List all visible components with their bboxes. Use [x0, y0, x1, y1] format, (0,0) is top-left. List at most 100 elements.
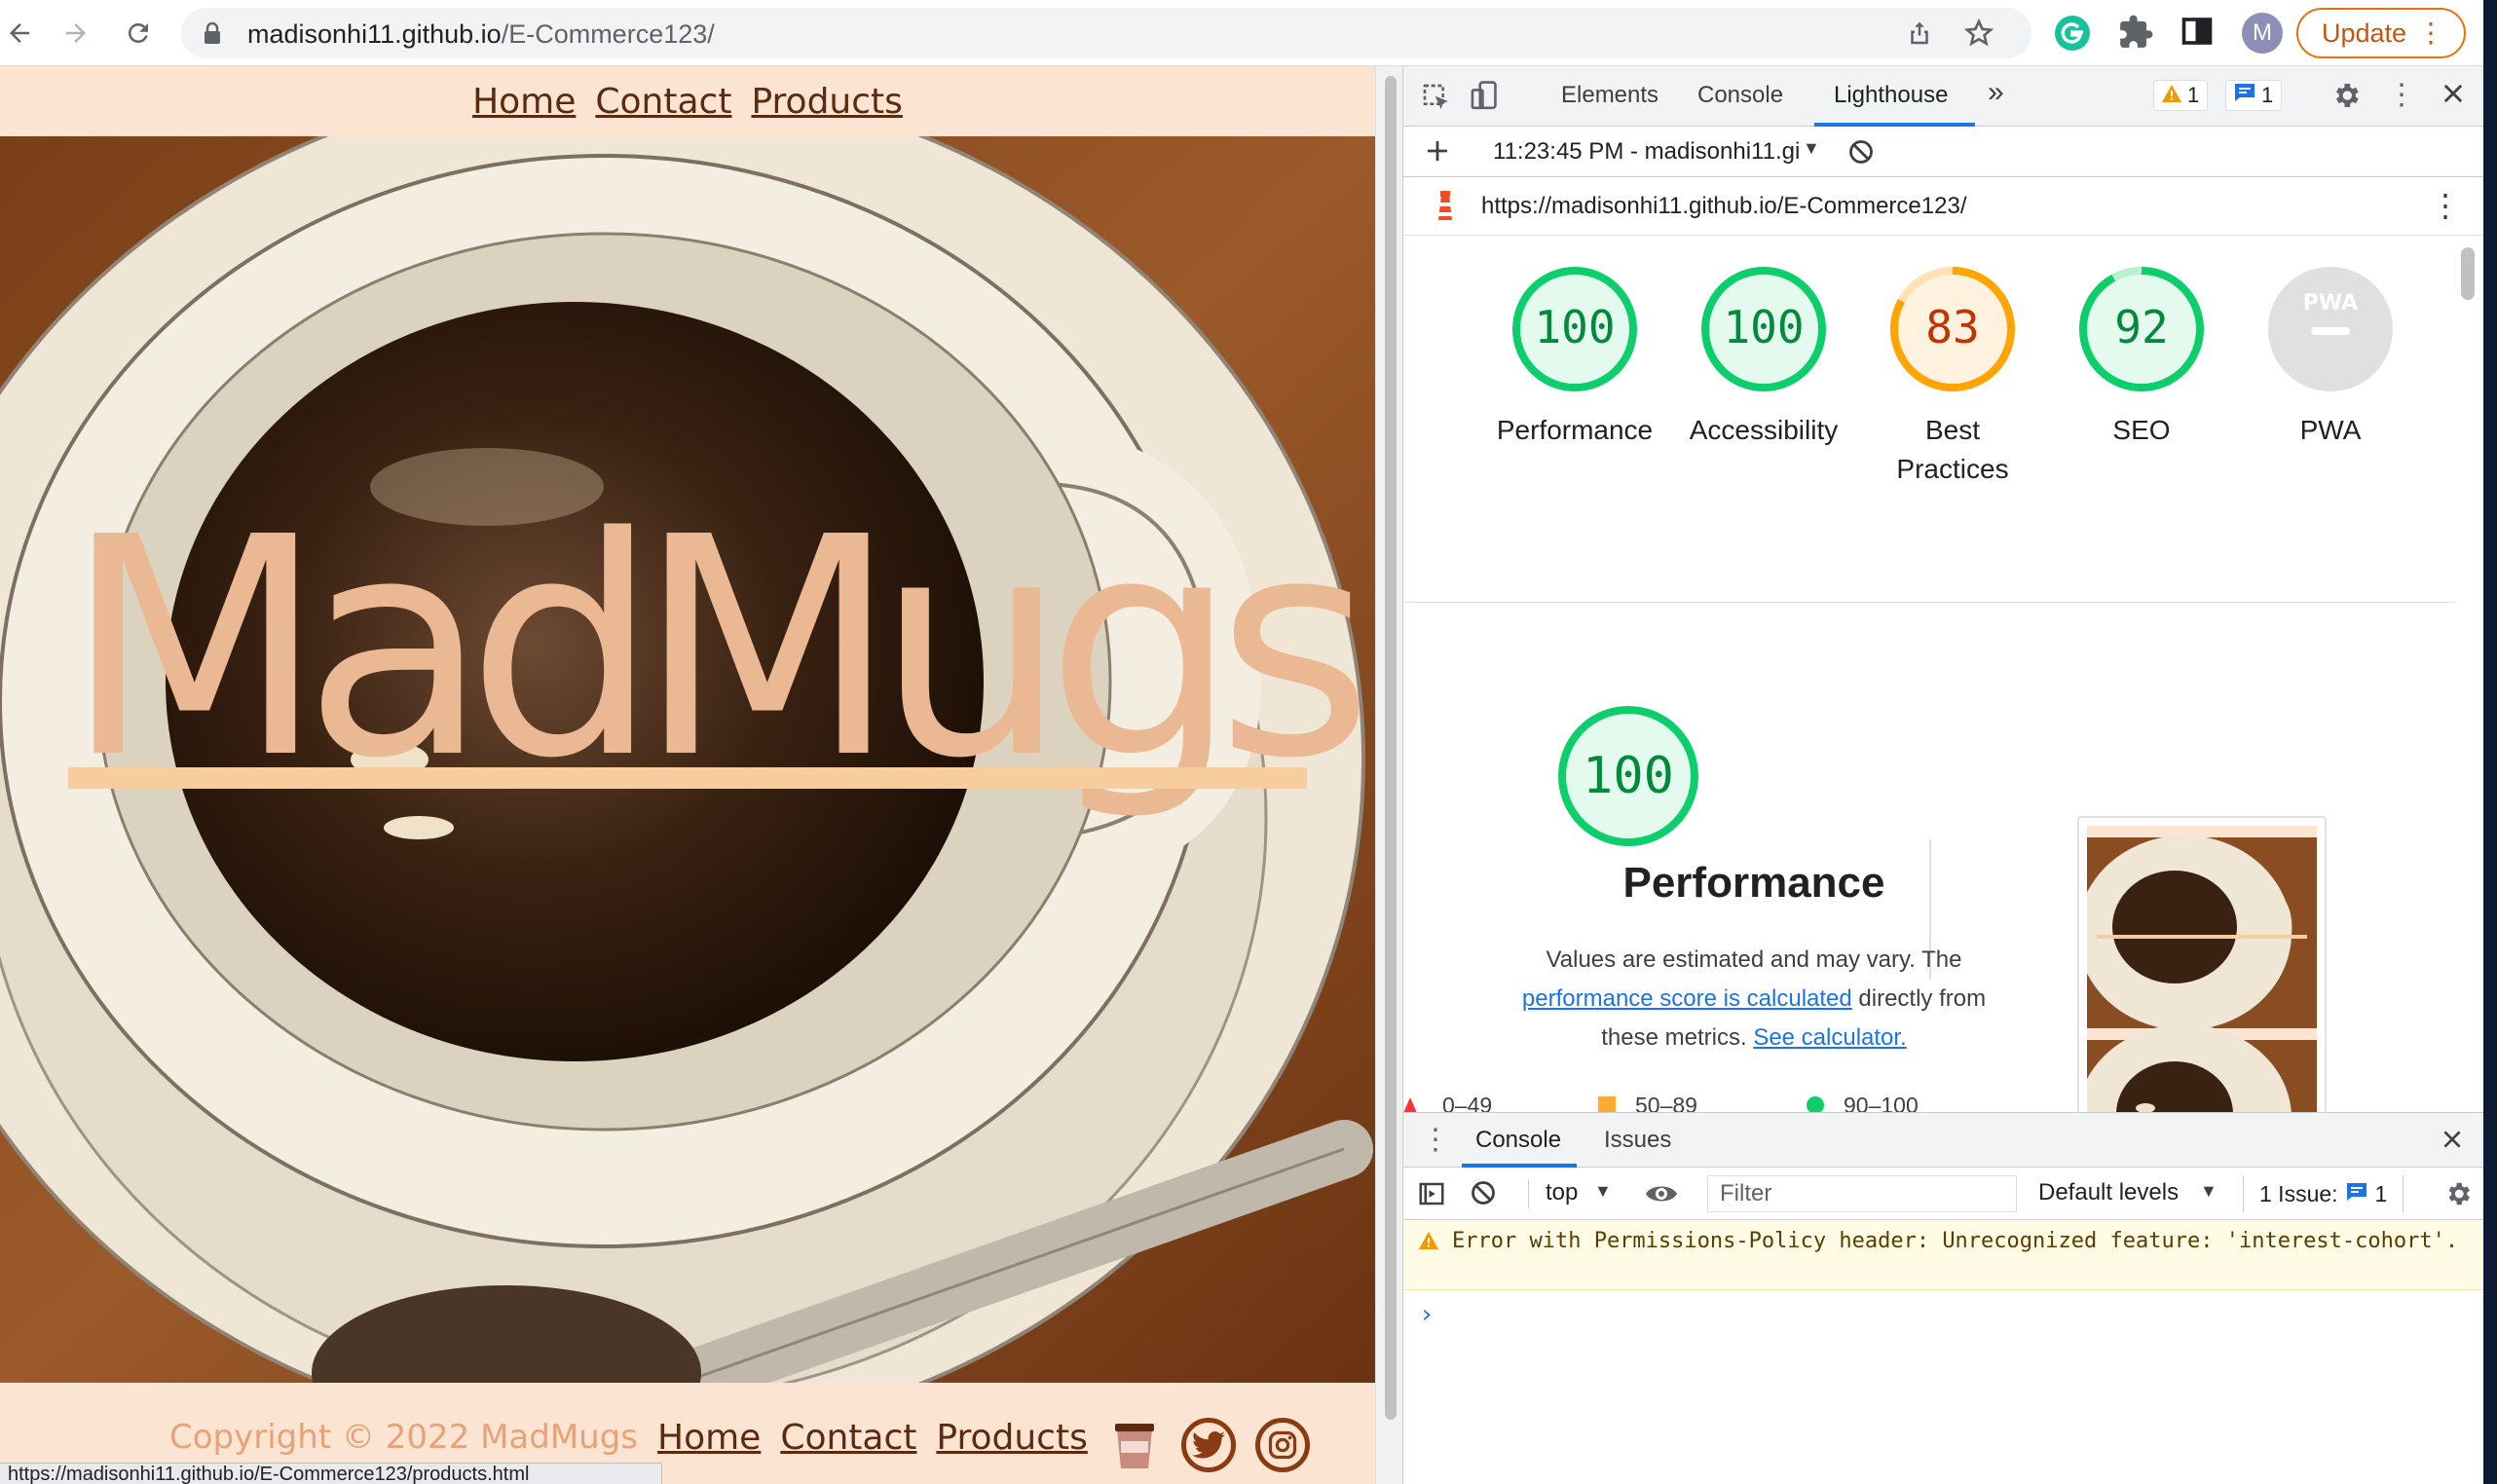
address-bar[interactable]: madisonhi11.github.io/E-Commerce123/	[181, 8, 2031, 58]
status-bar-url: https://madisonhi11.github.io/E-Commerce…	[0, 1463, 662, 1484]
brand-underline	[68, 767, 1307, 789]
page-screenshot-thumbnail[interactable]	[2077, 816, 2327, 1112]
update-label: Update	[2322, 18, 2407, 48]
live-expression-eye-icon[interactable]	[1645, 1181, 1678, 1211]
update-button[interactable]: Update ⋮	[2296, 8, 2466, 58]
context-selector[interactable]: top	[1546, 1179, 1578, 1206]
instagram-icon[interactable]	[1254, 1418, 1310, 1472]
toolbar-separator	[1528, 1179, 1529, 1208]
report-url[interactable]: https://madisonhi11.github.io/E-Commerce…	[1481, 193, 1966, 220]
kebab-menu-icon: ⋮	[2417, 18, 2444, 48]
footer-contact-link[interactable]: Contact	[780, 1418, 916, 1458]
gauge-accessibility[interactable]: 100 Accessibility	[1666, 265, 1861, 450]
score-calculated-link[interactable]: performance score is calculated	[1522, 985, 1852, 1012]
drawer-tab-console[interactable]: Console	[1475, 1127, 1561, 1154]
desc-text-2: directly from	[1858, 985, 1987, 1012]
see-calculator-link[interactable]: See calculator.	[1753, 1024, 1906, 1051]
tab-console[interactable]: Console	[1697, 82, 1783, 109]
inspect-element-icon[interactable]	[1421, 82, 1452, 118]
sidebar-toggle-icon[interactable]	[1417, 1179, 1446, 1213]
performance-score: 100	[1583, 747, 1674, 805]
console-settings-gear-icon[interactable]	[2443, 1179, 2473, 1213]
copyright-text: Copyright © 2022 MadMugs	[169, 1418, 639, 1457]
pwa-badge-icon: PWA	[2268, 267, 2393, 391]
issues-counter[interactable]: 1 Issue: 1	[2243, 1175, 2404, 1212]
new-report-plus-icon[interactable]	[1423, 136, 1452, 170]
score-gauge-ring: 83	[1890, 267, 2015, 391]
score-gauge-ring: 92	[2079, 267, 2204, 391]
url-path: /E-Commerce123/	[501, 19, 715, 49]
warnings-badge[interactable]: 1	[2153, 80, 2209, 111]
performance-heading: Performance	[1622, 859, 1885, 907]
drawer-menu-icon[interactable]: ⋮	[1421, 1123, 1450, 1157]
tab-elements[interactable]: Elements	[1561, 82, 1658, 109]
performance-description: Values are estimated and may vary. The p…	[1442, 941, 2066, 1057]
close-drawer-icon[interactable]	[2440, 1127, 2465, 1157]
devtools-menu-icon[interactable]: ⋮	[2387, 78, 2416, 112]
gauge-performance[interactable]: 100 Performance	[1477, 265, 1672, 450]
page-scrollbar-thumb[interactable]	[1385, 76, 1397, 1420]
gauge-score: 92	[2114, 301, 2168, 353]
page-viewport: Home Contact Products MadMugs Copyright …	[0, 66, 1375, 1484]
settings-gear-icon[interactable]	[2330, 80, 2362, 116]
issues-count: 1	[2374, 1180, 2388, 1206]
lock-icon[interactable]	[203, 21, 222, 50]
twitter-icon[interactable]	[1180, 1418, 1236, 1472]
reload-button[interactable]	[119, 14, 158, 53]
drawer-tab-issues[interactable]: Issues	[1604, 1127, 1671, 1154]
tab-lighthouse[interactable]: Lighthouse	[1834, 82, 1948, 109]
share-icon[interactable]	[1905, 18, 1934, 54]
lighthouse-logo-icon	[1433, 191, 1458, 227]
page-scrollbar[interactable]	[1375, 66, 1402, 1484]
average-square-icon	[1598, 1096, 1616, 1112]
context-caret-icon[interactable]: ▼	[1594, 1181, 1612, 1202]
forward-button[interactable]	[56, 14, 95, 53]
legend-range-pass: 90–100	[1844, 1093, 1919, 1112]
device-toolbar-icon[interactable]	[1470, 80, 1501, 118]
extensions-puzzle-icon[interactable]	[2117, 14, 2154, 56]
clear-console-icon[interactable]	[1470, 1179, 1497, 1211]
bookmark-star-icon[interactable]	[1963, 18, 1994, 54]
log-levels-dropdown[interactable]: Default levels	[2038, 1179, 2179, 1206]
report-menu-icon[interactable]: ⋮	[2430, 187, 2461, 224]
warning-icon	[2162, 83, 2181, 108]
profile-avatar[interactable]: M	[2242, 13, 2283, 54]
gauge-pwa[interactable]: PWA PWA	[2233, 265, 2428, 450]
url-domain: madisonhi11.github.io	[247, 19, 502, 49]
coffee-cup-icon[interactable]	[1107, 1418, 1162, 1472]
grammarly-extension-icon[interactable]	[2053, 14, 2092, 57]
devtools-tabbar: Elements Console Lighthouse » 1 1 ⋮	[1403, 66, 2484, 127]
close-icon[interactable]	[2440, 80, 2467, 112]
more-tabs-chevron-icon[interactable]: »	[1988, 76, 2004, 109]
desc-text-1: Values are estimated and may vary. The	[1546, 946, 1962, 973]
lighthouse-url-bar: https://madisonhi11.github.io/E-Commerce…	[1403, 177, 2484, 236]
console-warning-message[interactable]: Error with Permissions-Policy header: Un…	[1403, 1220, 2484, 1290]
reload-icon	[128, 22, 148, 43]
footer-products-link[interactable]: Products	[936, 1418, 1087, 1458]
report-dropdown-caret-icon[interactable]: ▼	[1803, 138, 1820, 159]
messages-badge[interactable]: 1	[2225, 80, 2283, 111]
report-scrollbar[interactable]	[2459, 238, 2477, 1114]
warning-icon	[1419, 1232, 1438, 1254]
side-panel-icon[interactable]	[2180, 14, 2215, 54]
clear-reports-icon[interactable]	[1847, 138, 1875, 170]
console-filter-input[interactable]	[1707, 1175, 2017, 1212]
nav-products-link[interactable]: Products	[751, 82, 902, 122]
levels-caret-icon[interactable]: ▼	[2200, 1181, 2217, 1202]
thumbnail-image	[2087, 826, 2317, 1112]
report-selector[interactable]: 11:23:45 PM - madisonhi11.gi	[1493, 138, 1800, 166]
back-button[interactable]	[0, 14, 39, 53]
footer-home-link[interactable]: Home	[657, 1418, 761, 1458]
legend-range-fail: 0–49	[1442, 1093, 1493, 1112]
report-scrollbar-thumb[interactable]	[2461, 247, 2475, 300]
gauge-label: Best Practices	[1896, 415, 2009, 484]
nav-home-link[interactable]: Home	[472, 82, 576, 122]
performance-big-gauge: 100	[1555, 703, 1701, 854]
console-prompt[interactable]: ›	[1419, 1300, 1435, 1329]
gauge-seo[interactable]: 92 SEO	[2044, 265, 2239, 450]
nav-contact-link[interactable]: Contact	[595, 82, 731, 122]
url-text[interactable]: madisonhi11.github.io/E-Commerce123/	[247, 19, 715, 50]
arrow-left-icon	[10, 23, 29, 43]
desc-text-3: these metrics.	[1601, 1024, 1747, 1051]
gauge-best-practices[interactable]: 83 Best Practices	[1855, 265, 2050, 489]
